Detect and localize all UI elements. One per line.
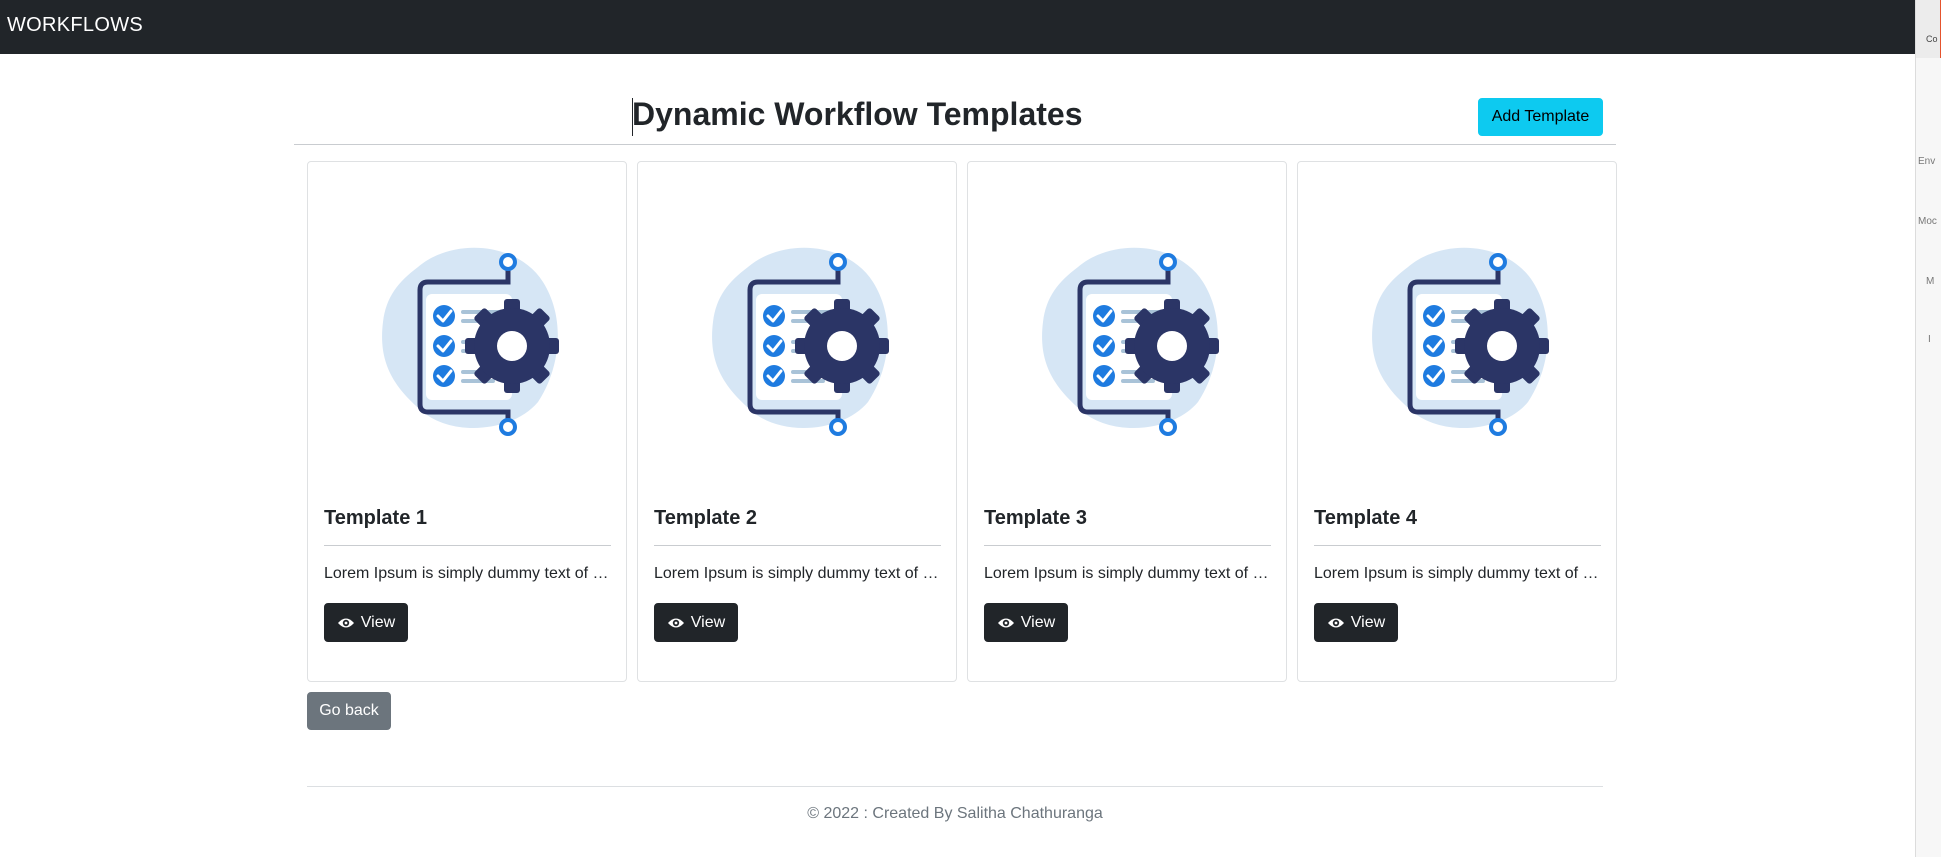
workflow-illustration-icon [1018,222,1238,447]
navbar-brand[interactable]: WORKFLOWS [7,14,143,37]
footer-text: © 2022 : Created By Salitha Chathuranga [807,805,1103,822]
view-button-label: View [690,613,726,631]
add-template-button[interactable]: Add Template [1478,98,1603,136]
view-button[interactable]: View [654,603,738,642]
eye-icon [337,618,354,627]
template-card: Template 1 Lorem Ipsum is simply dummy t… [307,161,627,682]
card-text: Lorem Ipsum is simply dummy text of the … [654,565,942,582]
view-button-label: View [360,613,396,631]
card-text: Lorem Ipsum is simply dummy text of the … [1314,565,1602,582]
eye-icon [1327,618,1344,627]
page-title: Dynamic Workflow Templates [632,96,1083,132]
side-tab-m[interactable]: M [1926,276,1934,287]
side-panel: Co Env Moc M I [1915,0,1941,857]
workflow-illustration-icon [358,222,578,447]
card-divider [1314,545,1601,546]
card-text: Lorem Ipsum is simply dummy text of the … [324,565,612,582]
side-tab-env[interactable]: Env [1918,156,1935,167]
view-button-label: View [1350,613,1386,631]
title-divider [294,144,1616,145]
card-title: Template 4 [1314,507,1417,529]
footer-divider [307,786,1603,787]
view-button[interactable]: View [1314,603,1398,642]
navbar: WORKFLOWS [0,0,1915,54]
workflow-illustration-icon [688,222,908,447]
view-button-label: View [1020,613,1056,631]
side-tab-co[interactable]: Co [1916,0,1941,58]
go-back-button[interactable]: Go back [307,692,391,730]
template-card: Template 3 Lorem Ipsum is simply dummy t… [967,161,1287,682]
card-text: Lorem Ipsum is simply dummy text of the … [984,565,1272,582]
card-divider [654,545,941,546]
eye-icon [667,618,684,627]
view-button[interactable]: View [324,603,408,642]
side-tab-i[interactable]: I [1928,334,1931,345]
template-card: Template 2 Lorem Ipsum is simply dummy t… [637,161,957,682]
workflow-illustration-icon [1348,222,1568,447]
card-divider [324,545,611,546]
card-title: Template 1 [324,507,427,529]
text-cursor [632,98,633,136]
template-card: Template 4 Lorem Ipsum is simply dummy t… [1297,161,1617,682]
card-divider [984,545,1271,546]
card-title: Template 2 [654,507,757,529]
view-button[interactable]: View [984,603,1068,642]
side-tab-moc[interactable]: Moc [1918,216,1937,227]
eye-icon [997,618,1014,627]
card-title: Template 3 [984,507,1087,529]
